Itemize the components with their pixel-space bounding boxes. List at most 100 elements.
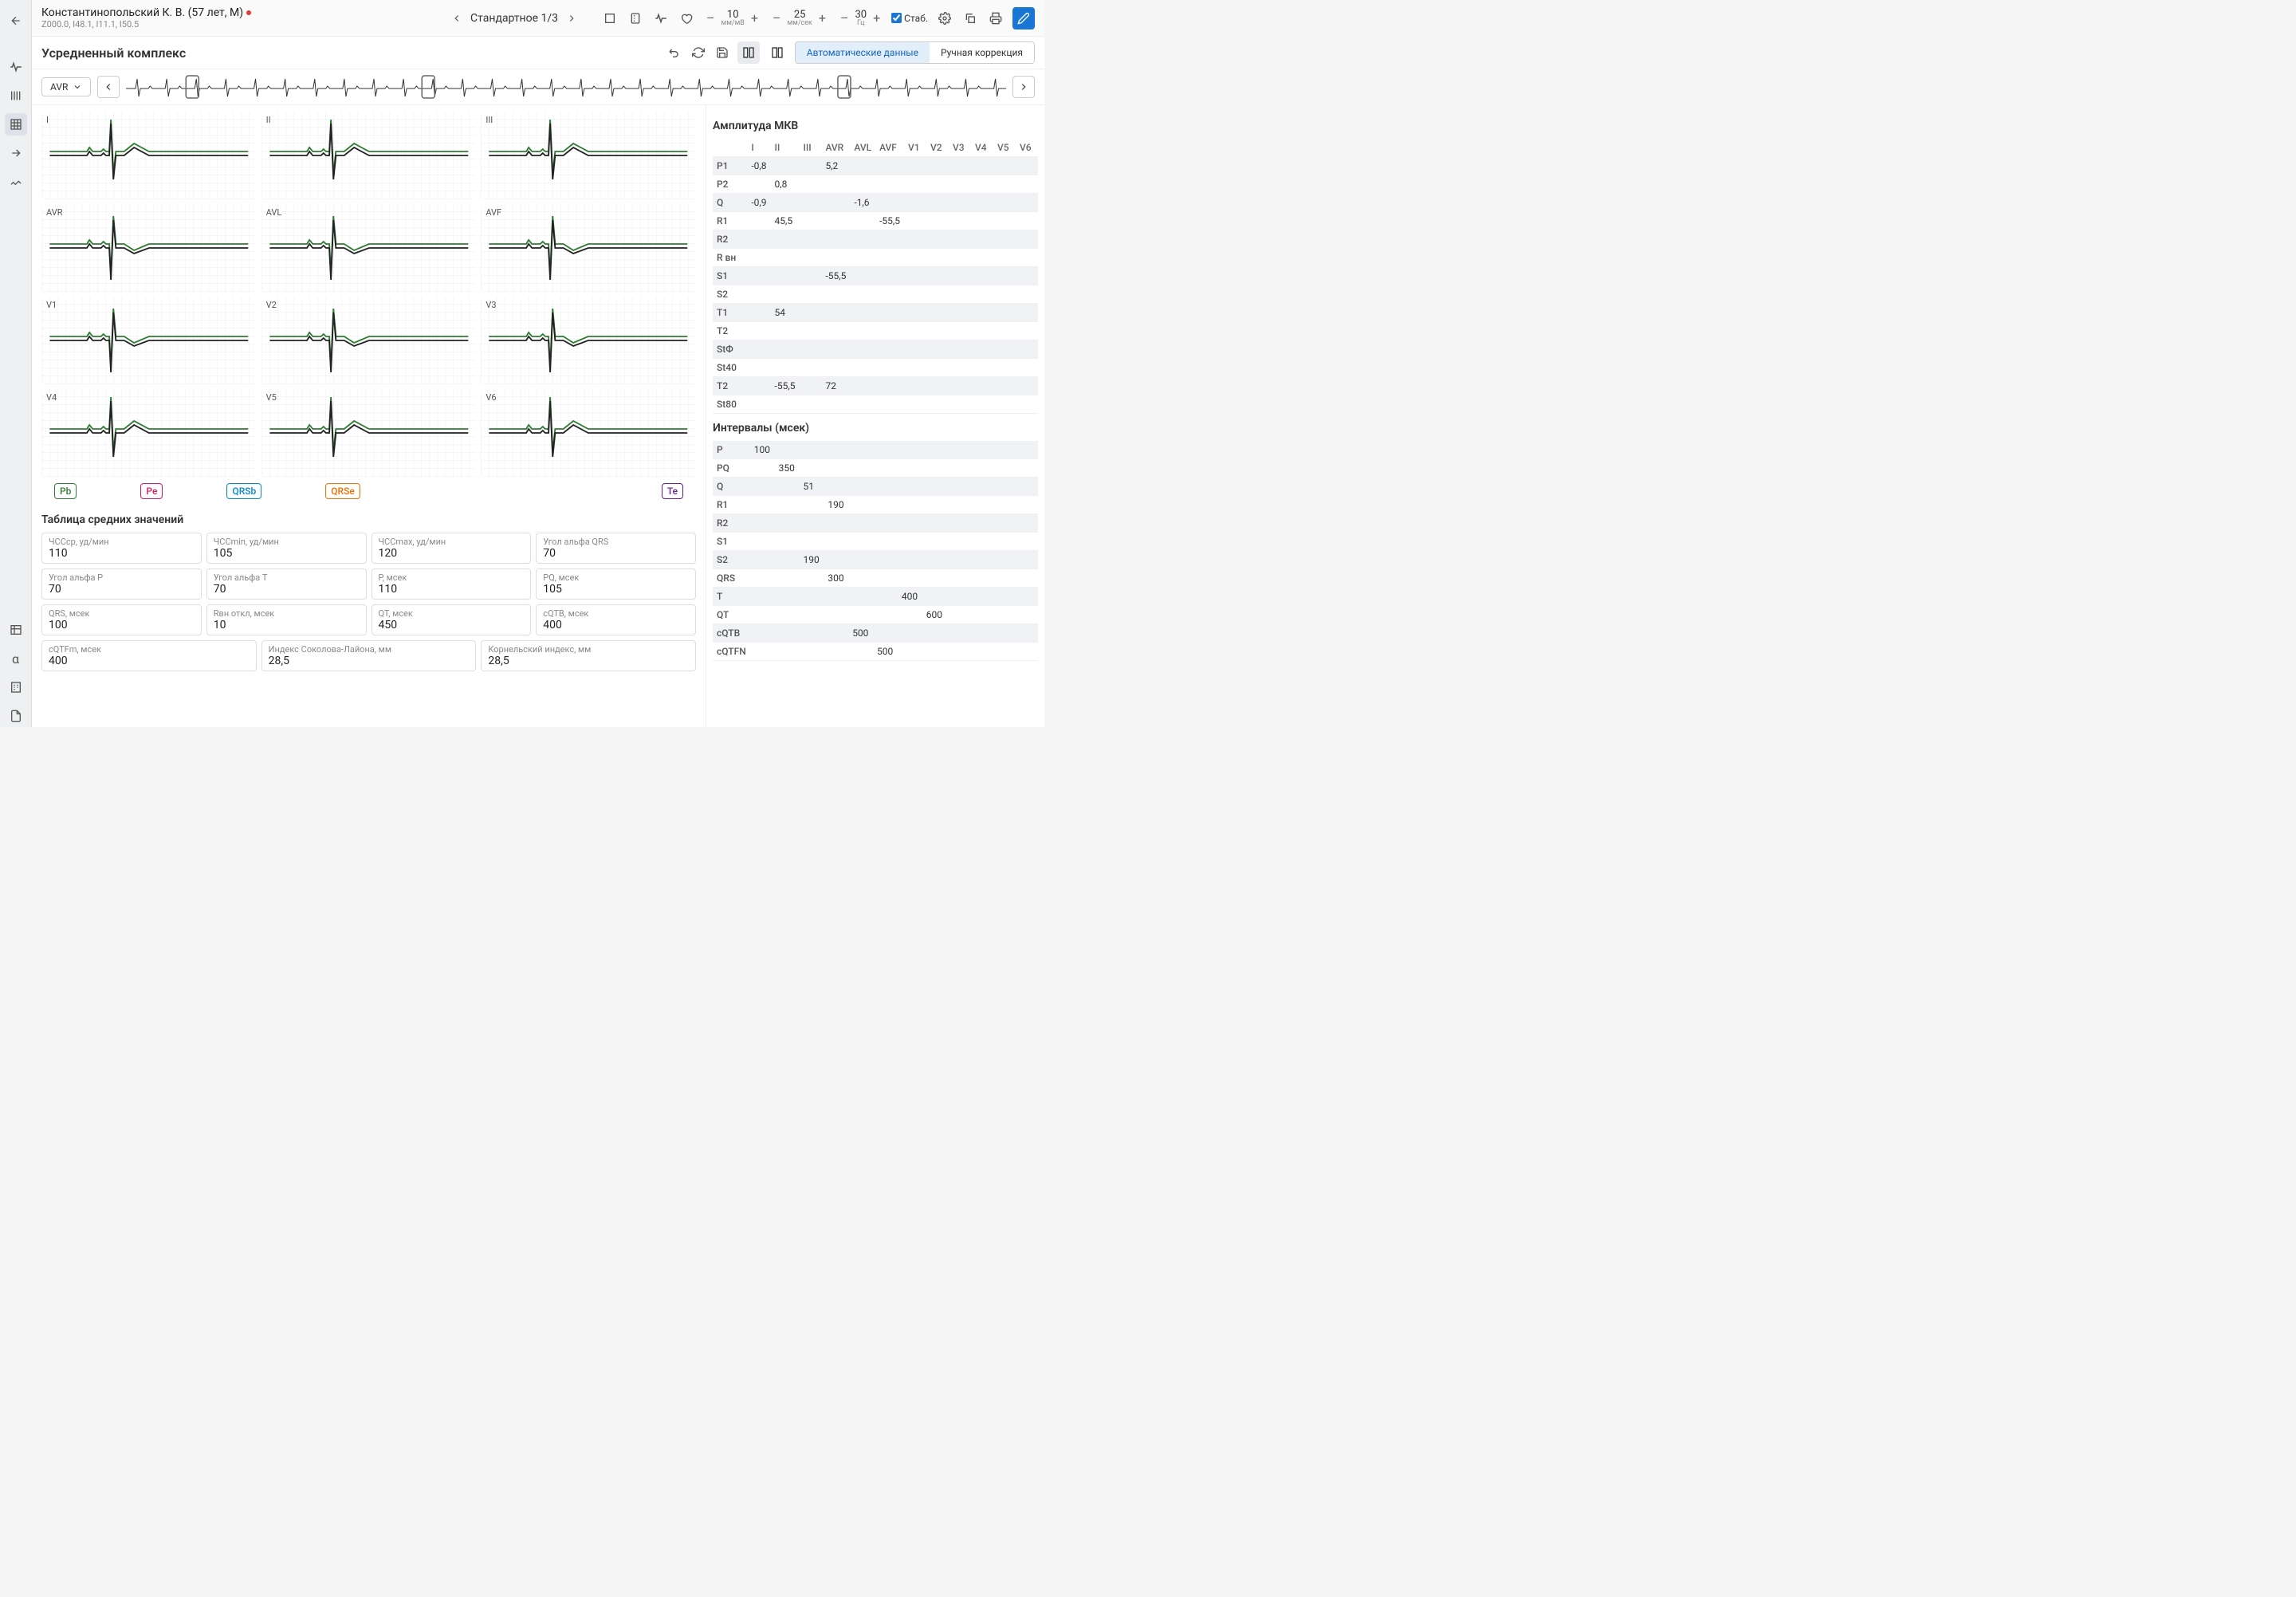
- refresh-icon[interactable]: [690, 44, 707, 61]
- cell: [922, 643, 947, 661]
- save-icon[interactable]: [714, 44, 731, 61]
- cell: [898, 533, 922, 551]
- cell: [949, 267, 971, 285]
- auto-data-button[interactable]: Автоматические данные: [796, 42, 930, 63]
- copy-icon[interactable]: [961, 10, 979, 27]
- cell: [771, 359, 800, 377]
- speed-plus-button[interactable]: +: [816, 10, 829, 26]
- cell: [824, 514, 848, 533]
- waveform-icon[interactable]: [5, 56, 27, 78]
- heart-icon[interactable]: [678, 10, 695, 27]
- ecg-cell-V4[interactable]: V4: [41, 389, 257, 477]
- ecg-cell-V6[interactable]: V6: [481, 389, 696, 477]
- ruler-icon[interactable]: [627, 10, 644, 27]
- marker-qrsb[interactable]: QRSb: [226, 483, 261, 499]
- cell: [947, 588, 970, 606]
- rhythm-next-button[interactable]: [1012, 76, 1035, 98]
- ecg-cell-II[interactable]: II: [261, 112, 477, 199]
- print-icon[interactable]: [987, 10, 1005, 27]
- alpha-icon[interactable]: α: [5, 647, 27, 670]
- cell: [971, 157, 993, 175]
- rhythm-prev-button[interactable]: [97, 76, 120, 98]
- col-header: III: [799, 139, 821, 157]
- marker-qrse[interactable]: QRSe: [325, 483, 360, 499]
- field-value: 70: [214, 583, 360, 596]
- cell: [1016, 377, 1038, 395]
- amp-plus-button[interactable]: +: [748, 10, 761, 26]
- cell: [1015, 569, 1038, 588]
- layout-square-icon[interactable]: [601, 10, 619, 27]
- view-split-toggle[interactable]: [766, 41, 788, 64]
- cell: [898, 514, 922, 533]
- rhythm-strip[interactable]: // replicate rhythm across strip: [126, 74, 1006, 100]
- cell: [1016, 212, 1038, 230]
- cell: [850, 249, 875, 267]
- cell: 5,2: [821, 157, 850, 175]
- ecg-cell-V5[interactable]: V5: [261, 389, 477, 477]
- field[interactable]: Угол альфа QRS70: [536, 533, 696, 564]
- table-icon[interactable]: [5, 619, 27, 641]
- books-icon[interactable]: [5, 85, 27, 107]
- ecg-cell-AVR[interactable]: AVR: [41, 204, 257, 292]
- field[interactable]: P, мсек110: [372, 568, 532, 600]
- cell: [947, 624, 970, 643]
- field[interactable]: cQTFm, мсек400: [41, 640, 257, 671]
- cell: [747, 230, 770, 249]
- prev-study-button[interactable]: [448, 10, 466, 27]
- back-icon[interactable]: [5, 10, 27, 32]
- cell: [947, 569, 970, 588]
- ecg-cell-AVL[interactable]: AVL: [261, 204, 477, 292]
- cell: [969, 459, 993, 478]
- cell: [771, 395, 800, 414]
- cell: [971, 285, 993, 304]
- cell: [750, 624, 775, 643]
- field[interactable]: Индекс Соколова-Лайона, мм28,5: [261, 640, 477, 671]
- field[interactable]: Угол альфа P70: [41, 568, 202, 600]
- next-study-button[interactable]: [563, 10, 580, 27]
- cell: [993, 212, 1016, 230]
- freq-minus-button[interactable]: –: [837, 10, 852, 26]
- ecg-cell-III[interactable]: III: [481, 112, 696, 199]
- chart-icon[interactable]: [5, 171, 27, 193]
- cell: [971, 267, 993, 285]
- field[interactable]: ЧССmin, уд/мин105: [206, 533, 367, 564]
- undo-icon[interactable]: [666, 44, 683, 61]
- freq-plus-button[interactable]: +: [870, 10, 883, 26]
- amp-minus-button[interactable]: –: [703, 10, 718, 26]
- gear-icon[interactable]: [936, 10, 953, 27]
- calc-icon[interactable]: [5, 676, 27, 698]
- field[interactable]: ЧССср, уд/мин110: [41, 533, 202, 564]
- field[interactable]: QT, мсек450: [372, 604, 532, 635]
- field[interactable]: QRS, мсек100: [41, 604, 202, 635]
- grid-icon[interactable]: [5, 113, 27, 136]
- cell: [875, 340, 904, 359]
- ecg-cell-V1[interactable]: V1: [41, 297, 257, 384]
- marker-pb[interactable]: Pb: [54, 483, 77, 499]
- doc-icon[interactable]: [5, 705, 27, 727]
- marker-pe[interactable]: Pe: [140, 483, 163, 499]
- speed-minus-button[interactable]: –: [769, 10, 784, 26]
- lead-select[interactable]: AVR: [41, 77, 91, 96]
- cell: [971, 249, 993, 267]
- manual-correction-button[interactable]: Ручная коррекция: [930, 42, 1034, 63]
- ecg-cell-I[interactable]: I: [41, 112, 257, 199]
- cell: [922, 533, 947, 551]
- view-grid-toggle[interactable]: [737, 41, 760, 64]
- stab-checkbox[interactable]: Стаб.: [891, 13, 928, 24]
- field[interactable]: cQTB, мсек400: [536, 604, 696, 635]
- edit-button[interactable]: [1012, 7, 1035, 30]
- field[interactable]: Угол альфа T70: [206, 568, 367, 600]
- wave-tool-icon[interactable]: [652, 10, 670, 27]
- cell: [821, 230, 850, 249]
- cell: [993, 340, 1016, 359]
- ecg-cell-AVF[interactable]: AVF: [481, 204, 696, 292]
- export-icon[interactable]: [5, 142, 27, 164]
- ecg-cell-V2[interactable]: V2: [261, 297, 477, 384]
- ecg-cell-V3[interactable]: V3: [481, 297, 696, 384]
- field[interactable]: Rвн откл, мсек10: [206, 604, 367, 635]
- field[interactable]: ЧССmax, уд/мин120: [372, 533, 532, 564]
- marker-te[interactable]: Te: [662, 483, 683, 499]
- field[interactable]: PQ, мсек105: [536, 568, 696, 600]
- field[interactable]: Корнельский индекс, мм28,5: [481, 640, 696, 671]
- table-row: T154: [713, 304, 1038, 322]
